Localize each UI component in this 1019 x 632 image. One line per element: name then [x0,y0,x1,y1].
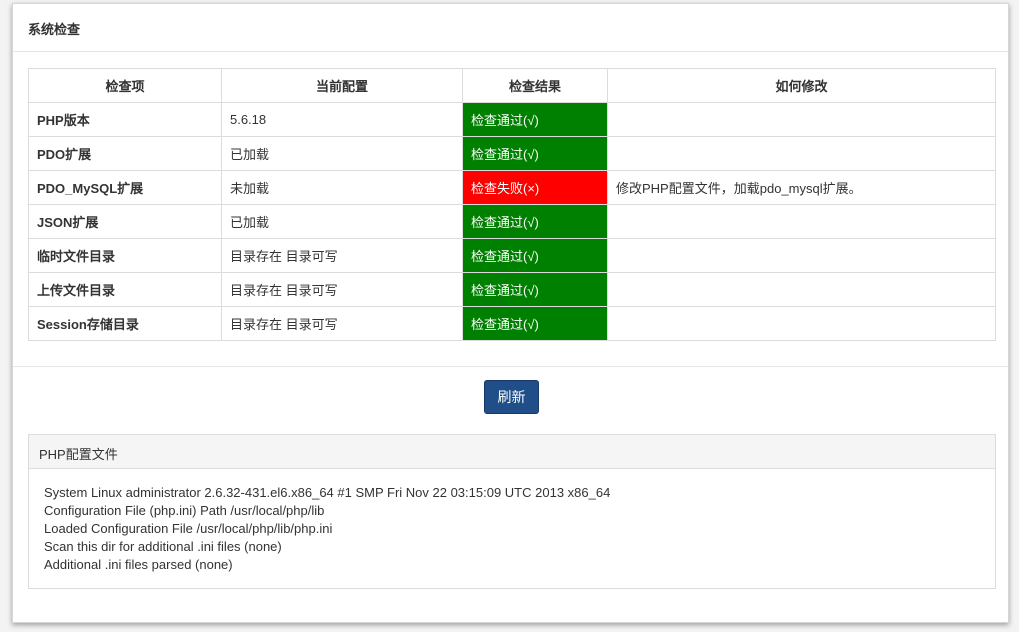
check-result: 检查通过(√) [462,204,608,239]
check-result: 检查通过(√) [462,272,608,307]
check-item: JSON扩展 [28,204,222,239]
fix-hint [607,306,996,341]
current-config: 目录存在 目录可写 [221,238,463,273]
fix-hint [607,272,996,307]
fix-hint: 修改PHP配置文件，加载pdo_mysql扩展。 [607,170,996,205]
php-ini-panel: PHP配置文件 System Linux administrator 2.6.3… [28,434,996,589]
table-row: PHP版本 5.6.18 检查通过(√) [28,102,996,137]
panel-title: 系统检查 [13,4,1008,52]
fix-hint [607,102,996,137]
php-ini-body: System Linux administrator 2.6.32-431.el… [29,469,995,574]
check-table: 检查项 当前配置 检查结果 如何修改 PHP版本 5.6.18 检查通过(√) … [28,68,996,341]
fix-hint [607,204,996,239]
section-divider [13,366,1008,367]
current-config: 目录存在 目录可写 [221,272,463,307]
header-current-config: 当前配置 [221,68,463,103]
check-item: 临时文件目录 [28,238,222,273]
table-row: PDO_MySQL扩展 未加载 检查失败(×) 修改PHP配置文件，加载pdo_… [28,170,996,205]
check-result: 检查通过(√) [462,238,608,273]
check-item: PDO扩展 [28,136,222,171]
check-result: 检查通过(√) [462,102,608,137]
refresh-button[interactable]: 刷新 [484,380,539,414]
ini-line-config-path: Configuration File (php.ini) Path /usr/l… [44,503,325,518]
check-item: Session存储目录 [28,306,222,341]
table-row: JSON扩展 已加载 检查通过(√) [28,204,996,239]
check-result: 检查通过(√) [462,136,608,171]
header-check-result: 检查结果 [462,68,608,103]
system-check-panel: 系统检查 检查项 当前配置 检查结果 如何修改 PHP版本 5.6.18 检查通… [12,3,1009,623]
header-how-to-fix: 如何修改 [607,68,996,103]
current-config: 未加载 [221,170,463,205]
header-check-item: 检查项 [28,68,222,103]
ini-line-additional: Additional .ini files parsed (none) [44,557,233,572]
fix-hint [607,136,996,171]
table-row: PDO扩展 已加载 检查通过(√) [28,136,996,171]
check-item: 上传文件目录 [28,272,222,307]
table-row: 上传文件目录 目录存在 目录可写 检查通过(√) [28,272,996,307]
ini-line-scan-dir: Scan this dir for additional .ini files … [44,539,282,554]
check-result: 检查失败(×) [462,170,608,205]
current-config: 5.6.18 [221,102,463,137]
php-ini-title: PHP配置文件 [29,435,995,469]
check-item: PDO_MySQL扩展 [28,170,222,205]
ini-line-loaded-config: Loaded Configuration File /usr/local/php… [44,521,333,536]
ini-line-system: System Linux administrator 2.6.32-431.el… [44,485,611,500]
table-header-row: 检查项 当前配置 检查结果 如何修改 [28,68,996,103]
check-item: PHP版本 [28,102,222,137]
fix-hint [607,238,996,273]
current-config: 目录存在 目录可写 [221,306,463,341]
check-result: 检查通过(√) [462,306,608,341]
table-row: Session存储目录 目录存在 目录可写 检查通过(√) [28,306,996,341]
table-row: 临时文件目录 目录存在 目录可写 检查通过(√) [28,238,996,273]
current-config: 已加载 [221,204,463,239]
current-config: 已加载 [221,136,463,171]
